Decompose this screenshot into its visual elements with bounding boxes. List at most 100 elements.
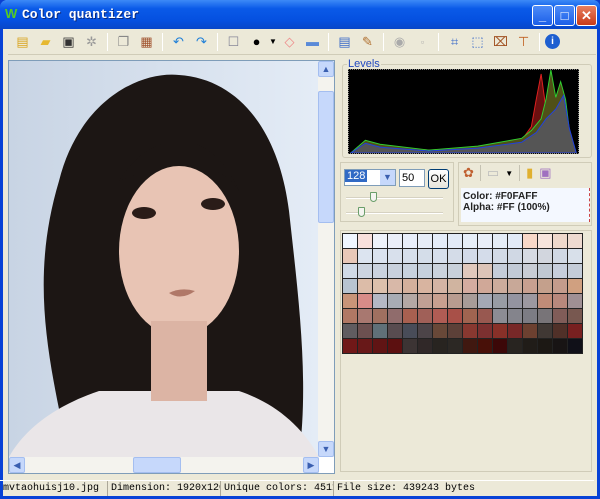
palette-swatch[interactable] [403, 324, 417, 338]
palette-swatch[interactable] [448, 294, 462, 308]
palette-swatch[interactable] [463, 324, 477, 338]
palette-swatch[interactable] [553, 279, 567, 293]
palette-swatch[interactable] [493, 264, 507, 278]
palette-swatch[interactable] [358, 249, 372, 263]
palette-swatch[interactable] [523, 294, 537, 308]
palette-swatch[interactable] [373, 294, 387, 308]
palette-swatch[interactable] [343, 279, 357, 293]
palette-swatch[interactable] [418, 324, 432, 338]
palette-swatch[interactable] [523, 264, 537, 278]
palette-swatch[interactable] [538, 264, 552, 278]
palette-swatch[interactable] [553, 249, 567, 263]
palette-swatch[interactable] [568, 264, 582, 278]
palette-swatch[interactable] [373, 339, 387, 353]
palette-swatch[interactable] [403, 264, 417, 278]
palette-swatch[interactable] [553, 294, 567, 308]
sweep-icon[interactable]: ✎ [357, 31, 378, 52]
palette-swatch[interactable] [358, 264, 372, 278]
redo-icon[interactable]: ↷ [191, 31, 212, 52]
palette-swatch[interactable] [493, 249, 507, 263]
palette-swatch[interactable] [493, 309, 507, 323]
palette-swatch[interactable] [388, 339, 402, 353]
palette-icon[interactable]: ✿ [463, 165, 474, 181]
palette-swatch[interactable] [448, 279, 462, 293]
palette-swatch[interactable] [388, 264, 402, 278]
palette-swatch[interactable] [418, 264, 432, 278]
palette-swatch[interactable] [343, 339, 357, 353]
palette-swatch[interactable] [553, 264, 567, 278]
slider-1[interactable] [346, 192, 443, 202]
open-file-icon[interactable]: ▤ [12, 31, 33, 52]
palette-swatch[interactable] [403, 309, 417, 323]
palette-swatch[interactable] [388, 309, 402, 323]
palette-swatch[interactable] [388, 324, 402, 338]
view-preview-icon[interactable]: ◉ [389, 31, 410, 52]
horizontal-scroll-thumb[interactable] [133, 457, 181, 473]
dropdown-arrow-icon[interactable]: ▼ [269, 31, 277, 52]
about-icon[interactable]: i [545, 34, 560, 49]
maximize-button[interactable]: □ [554, 5, 575, 26]
palette-swatch[interactable] [433, 249, 447, 263]
palette-swatch[interactable] [373, 249, 387, 263]
crop-icon[interactable]: ⌧ [490, 31, 511, 52]
save-icon[interactable]: ▣ [58, 31, 79, 52]
palette-swatch[interactable] [373, 309, 387, 323]
palette-swatch[interactable] [478, 309, 492, 323]
palette-swatch[interactable] [508, 324, 522, 338]
palette-swatch[interactable] [343, 234, 357, 248]
palette-swatch[interactable] [553, 324, 567, 338]
palette-swatch[interactable] [463, 264, 477, 278]
palette-swatch[interactable] [373, 264, 387, 278]
colors-count-select[interactable]: 128 ▼ [344, 169, 396, 186]
palette-swatch[interactable] [433, 339, 447, 353]
palette-swatch[interactable] [463, 294, 477, 308]
palette-swatch[interactable] [523, 339, 537, 353]
palette-swatch[interactable] [373, 234, 387, 248]
palette-swatch[interactable] [403, 279, 417, 293]
brush-color-icon[interactable]: ● [246, 31, 267, 52]
chevron-down-icon[interactable]: ▼ [380, 170, 395, 185]
palette-swatch[interactable] [418, 339, 432, 353]
palette-swatch[interactable] [358, 324, 372, 338]
palette-swatch[interactable] [433, 309, 447, 323]
palette-swatch[interactable] [433, 324, 447, 338]
palette-swatch[interactable] [388, 294, 402, 308]
palette-swatch[interactable] [463, 339, 477, 353]
palette-swatch[interactable] [508, 294, 522, 308]
palette-swatch[interactable] [358, 279, 372, 293]
palette-swatch[interactable] [448, 234, 462, 248]
palette-swatch[interactable] [493, 294, 507, 308]
palette-swatch[interactable] [568, 309, 582, 323]
palette-swatch[interactable] [493, 234, 507, 248]
resize-icon[interactable]: ⊤ [513, 31, 534, 52]
palette-swatch[interactable] [478, 234, 492, 248]
palette-swatch[interactable] [403, 339, 417, 353]
palette-swatch[interactable] [478, 264, 492, 278]
palette-swatch[interactable] [493, 339, 507, 353]
palette-swatch[interactable] [463, 234, 477, 248]
palette-swatch[interactable] [508, 309, 522, 323]
palette-swatch[interactable] [448, 309, 462, 323]
eraser-icon[interactable]: ◇ [279, 31, 300, 52]
palette-swatch[interactable] [568, 294, 582, 308]
value-input[interactable]: 50 [399, 169, 425, 187]
palette-swatch[interactable] [343, 324, 357, 338]
palette-swatch[interactable] [523, 324, 537, 338]
palette-swatch[interactable] [343, 309, 357, 323]
palette-swatch[interactable] [418, 279, 432, 293]
palette-swatch[interactable] [508, 234, 522, 248]
palette-swatch[interactable] [568, 279, 582, 293]
palette-swatch[interactable] [448, 324, 462, 338]
vertical-scrollbar[interactable]: ▲ ▼ [318, 61, 334, 457]
palette-swatch[interactable] [403, 234, 417, 248]
palette-swatch[interactable] [508, 249, 522, 263]
palette-swatch[interactable] [568, 249, 582, 263]
palette-swatch[interactable] [538, 294, 552, 308]
palette-swatch[interactable] [478, 339, 492, 353]
palette-swatch[interactable] [538, 249, 552, 263]
palette-swatch[interactable] [523, 249, 537, 263]
palette-swatch[interactable] [478, 324, 492, 338]
palette-swatch[interactable] [403, 249, 417, 263]
scroll-left-button[interactable]: ◀ [9, 457, 25, 473]
palette-swatch[interactable] [418, 309, 432, 323]
